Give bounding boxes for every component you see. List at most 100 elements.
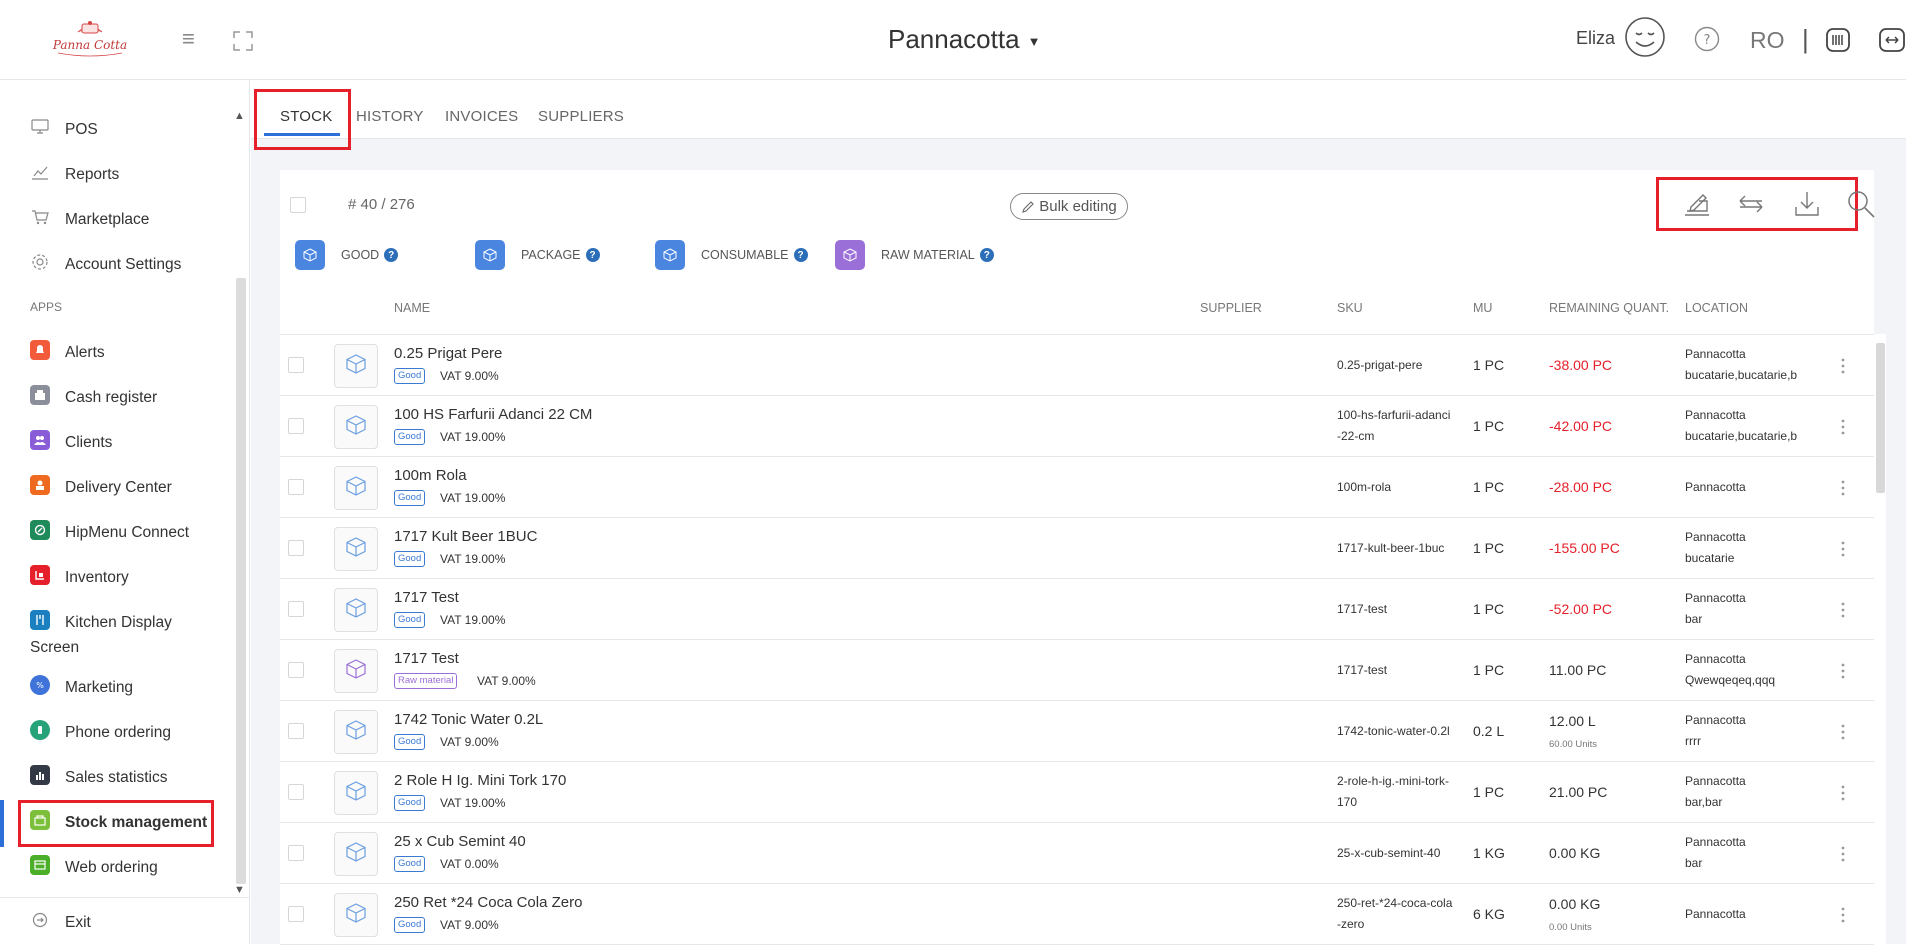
svg-text:Panna Cotta: Panna Cotta (52, 38, 127, 52)
table-row[interactable]: 25 x Cub Semint 40 Good VAT 0.00% 25-x-cub-… (280, 823, 1874, 884)
sidebar-item-exit[interactable]: Exit (30, 910, 220, 950)
terminal-icon[interactable] (1824, 26, 1852, 54)
table-row[interactable]: 100 HS Farfurii Adanci 22 CM Good VAT 19.0… (280, 396, 1874, 457)
sidebar-item-phone-ordering[interactable]: Phone ordering (30, 720, 220, 760)
sidebar-item-marketplace[interactable]: Marketplace (30, 207, 220, 247)
more-options-icon[interactable] (1840, 661, 1846, 681)
product-name[interactable]: 100m Rola (394, 467, 467, 484)
product-name[interactable]: 1742 Tonic Water 0.2L (394, 711, 543, 728)
help-icon[interactable]: ? (1694, 26, 1720, 52)
download-icon[interactable] (1792, 189, 1822, 219)
product-name[interactable]: 0.25 Prigat Pere (394, 345, 502, 362)
sku-line: 2-role-h-ig.-mini-tork- (1337, 774, 1450, 788)
table-row[interactable]: 1742 Tonic Water 0.2L Good VAT 9.00% 1742-t… (280, 701, 1874, 762)
row-checkbox[interactable] (288, 540, 304, 556)
location-line: bar,bar (1685, 795, 1723, 809)
sidebar-item-inventory[interactable]: Inventory (30, 565, 220, 605)
help-icon[interactable]: ? (384, 248, 399, 262)
sidebar-item-pos[interactable]: POS (30, 117, 220, 157)
more-options-icon[interactable] (1840, 844, 1846, 864)
table-scrollbar-thumb[interactable] (1876, 343, 1885, 493)
edit-document-icon[interactable] (1682, 189, 1712, 219)
help-icon[interactable]: ? (793, 248, 808, 262)
column-header-sku[interactable]: SKU (1337, 301, 1363, 315)
transfer-arrows-icon[interactable] (1736, 189, 1766, 219)
product-name[interactable]: 1717 Kult Beer 1BUC (394, 528, 537, 545)
row-checkbox[interactable] (288, 662, 304, 678)
product-name[interactable]: 1717 Test (394, 589, 459, 606)
sidebar-item-delivery-center[interactable]: Delivery Center (30, 475, 220, 515)
product-name[interactable]: 250 Ret *24 Coca Cola Zero (394, 894, 582, 911)
product-name[interactable]: 100 HS Farfurii Adanci 22 CM (394, 406, 592, 423)
column-header-remaining[interactable]: REMAINING QUANT. (1549, 301, 1669, 315)
more-options-icon[interactable] (1840, 478, 1846, 498)
sidebar-item-cash-register[interactable]: Cash register (30, 385, 220, 425)
menu-icon[interactable]: ≡ (182, 28, 195, 50)
sidebar-item-account-settings[interactable]: Account Settings (30, 252, 220, 292)
product-name[interactable]: 2 Role H Ig. Mini Tork 170 (394, 772, 566, 789)
row-checkbox[interactable] (288, 601, 304, 617)
more-options-icon[interactable] (1840, 783, 1846, 803)
row-checkbox[interactable] (288, 845, 304, 861)
pannacotta-logo[interactable]: Panna Cotta (48, 18, 132, 58)
vat-rate: VAT 19.00% (440, 430, 506, 444)
search-icon[interactable] (1846, 189, 1876, 219)
column-header-name[interactable]: NAME (394, 301, 430, 315)
help-icon[interactable]: ? (585, 248, 600, 262)
marketplace-icon (30, 207, 50, 227)
row-checkbox[interactable] (288, 784, 304, 800)
more-options-icon[interactable] (1840, 356, 1846, 376)
row-checkbox[interactable] (288, 479, 304, 495)
column-header-mu[interactable]: MU (1473, 301, 1492, 315)
row-checkbox[interactable] (288, 723, 304, 739)
select-all-checkbox[interactable] (290, 197, 306, 213)
more-options-icon[interactable] (1840, 539, 1846, 559)
legend-raw-material[interactable]: RAW MATERIAL? (835, 240, 994, 270)
sidebar-item-marketing[interactable]: % Marketing (30, 675, 220, 715)
more-options-icon[interactable] (1840, 722, 1846, 742)
restaurant-selector[interactable]: Pannacotta ▼ (888, 24, 1040, 55)
table-row[interactable]: 1717 Test Raw material VAT 9.00% 1717-test 1… (280, 640, 1874, 701)
legend-label: CONSUMABLE (701, 248, 789, 262)
more-options-icon[interactable] (1840, 905, 1846, 925)
table-row[interactable]: 2 Role H Ig. Mini Tork 170 Good VAT 19.00%… (280, 762, 1874, 823)
language-selector[interactable]: RO (1750, 27, 1785, 54)
row-checkbox[interactable] (288, 357, 304, 373)
table-row[interactable]: 250 Ret *24 Coca Cola Zero Good VAT 9.00% 2… (280, 884, 1874, 945)
legend-good[interactable]: GOOD? (295, 240, 399, 270)
table-row[interactable]: 1717 Kult Beer 1BUC Good VAT 19.00% 1717-ku… (280, 518, 1874, 579)
table-row[interactable]: 0.25 Prigat Pere Good VAT 9.00% 0.25-prigat… (280, 335, 1874, 396)
sidebar-scrollbar-thumb[interactable] (236, 278, 246, 884)
sidebar-item-web-ordering[interactable]: Web ordering (30, 855, 220, 895)
tab-invoices[interactable]: INVOICES (445, 108, 518, 125)
sidebar-item-reports[interactable]: Reports (30, 162, 220, 202)
sidebar-item-hipmenu-connect[interactable]: HipMenu Connect (30, 520, 220, 560)
tab-suppliers[interactable]: SUPPLIERS (538, 108, 624, 125)
more-options-icon[interactable] (1840, 600, 1846, 620)
fullscreen-icon[interactable] (232, 30, 254, 52)
sidebar-item-clients[interactable]: Clients (30, 430, 220, 470)
table-row[interactable]: 100m Rola Good VAT 19.00% 100m-rola 1 PC -28.… (280, 457, 1874, 518)
bulk-editing-button[interactable]: Bulk editing (1010, 193, 1128, 220)
sidebar-item-sales-statistics[interactable]: Sales statistics (30, 765, 220, 805)
legend-consumable[interactable]: CONSUMABLE? (655, 240, 808, 270)
scroll-down-icon[interactable]: ▼ (234, 884, 245, 896)
avatar[interactable] (1624, 16, 1666, 58)
scroll-up-icon[interactable]: ▲ (234, 110, 245, 122)
caret-down-icon: ▼ (1027, 33, 1041, 49)
location-line: bucatarie (1685, 551, 1735, 565)
sync-icon[interactable] (1878, 26, 1906, 54)
row-checkbox[interactable] (288, 906, 304, 922)
column-header-supplier[interactable]: SUPPLIER (1200, 301, 1262, 315)
tab-history[interactable]: HISTORY (356, 108, 424, 125)
more-options-icon[interactable] (1840, 417, 1846, 437)
row-checkbox[interactable] (288, 418, 304, 434)
legend-package[interactable]: PACKAGE? (475, 240, 600, 270)
table-row[interactable]: 1717 Test Good VAT 19.00% 1717-test 1 PC -52.… (280, 579, 1874, 640)
product-name[interactable]: 25 x Cub Semint 40 (394, 833, 526, 850)
sidebar-item-alerts[interactable]: Alerts (30, 340, 220, 380)
column-header-location[interactable]: LOCATION (1685, 301, 1748, 315)
help-icon[interactable]: ? (979, 248, 994, 262)
product-name[interactable]: 1717 Test (394, 650, 459, 667)
location-line: Pannacotta (1685, 530, 1746, 544)
